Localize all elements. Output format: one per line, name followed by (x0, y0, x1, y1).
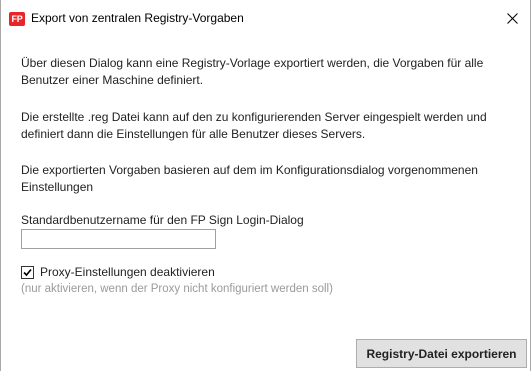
settings-basis-paragraph: Die exportierten Vorgaben basieren auf d… (21, 163, 478, 194)
username-label: Standardbenutzername für den FP Sign Log… (21, 213, 304, 227)
title-bar: FP Export von zentralen Registry-Vorgabe… (1, 0, 530, 36)
intro-paragraph: Über diesen Dialog kann eine Registry-Vo… (21, 56, 484, 87)
reg-file-paragraph: Die erstellte .reg Datei kann auf den zu… (21, 110, 487, 141)
close-button[interactable] (494, 4, 530, 32)
proxy-hint: (nur aktivieren, wenn der Proxy nicht ko… (21, 283, 333, 295)
checkmark-icon (23, 268, 32, 277)
close-icon (507, 13, 518, 24)
export-registry-button[interactable]: Registry-Datei exportieren (356, 339, 527, 368)
fp-app-icon: FP (9, 12, 25, 26)
export-dialog: FP Export von zentralen Registry-Vorgabe… (0, 0, 531, 371)
window-title: Export von zentralen Registry-Vorgaben (31, 11, 244, 25)
proxy-disable-label[interactable]: Proxy-Einstellungen deaktivieren (40, 265, 215, 279)
proxy-disable-checkbox[interactable] (21, 266, 34, 279)
username-input[interactable] (21, 229, 216, 249)
